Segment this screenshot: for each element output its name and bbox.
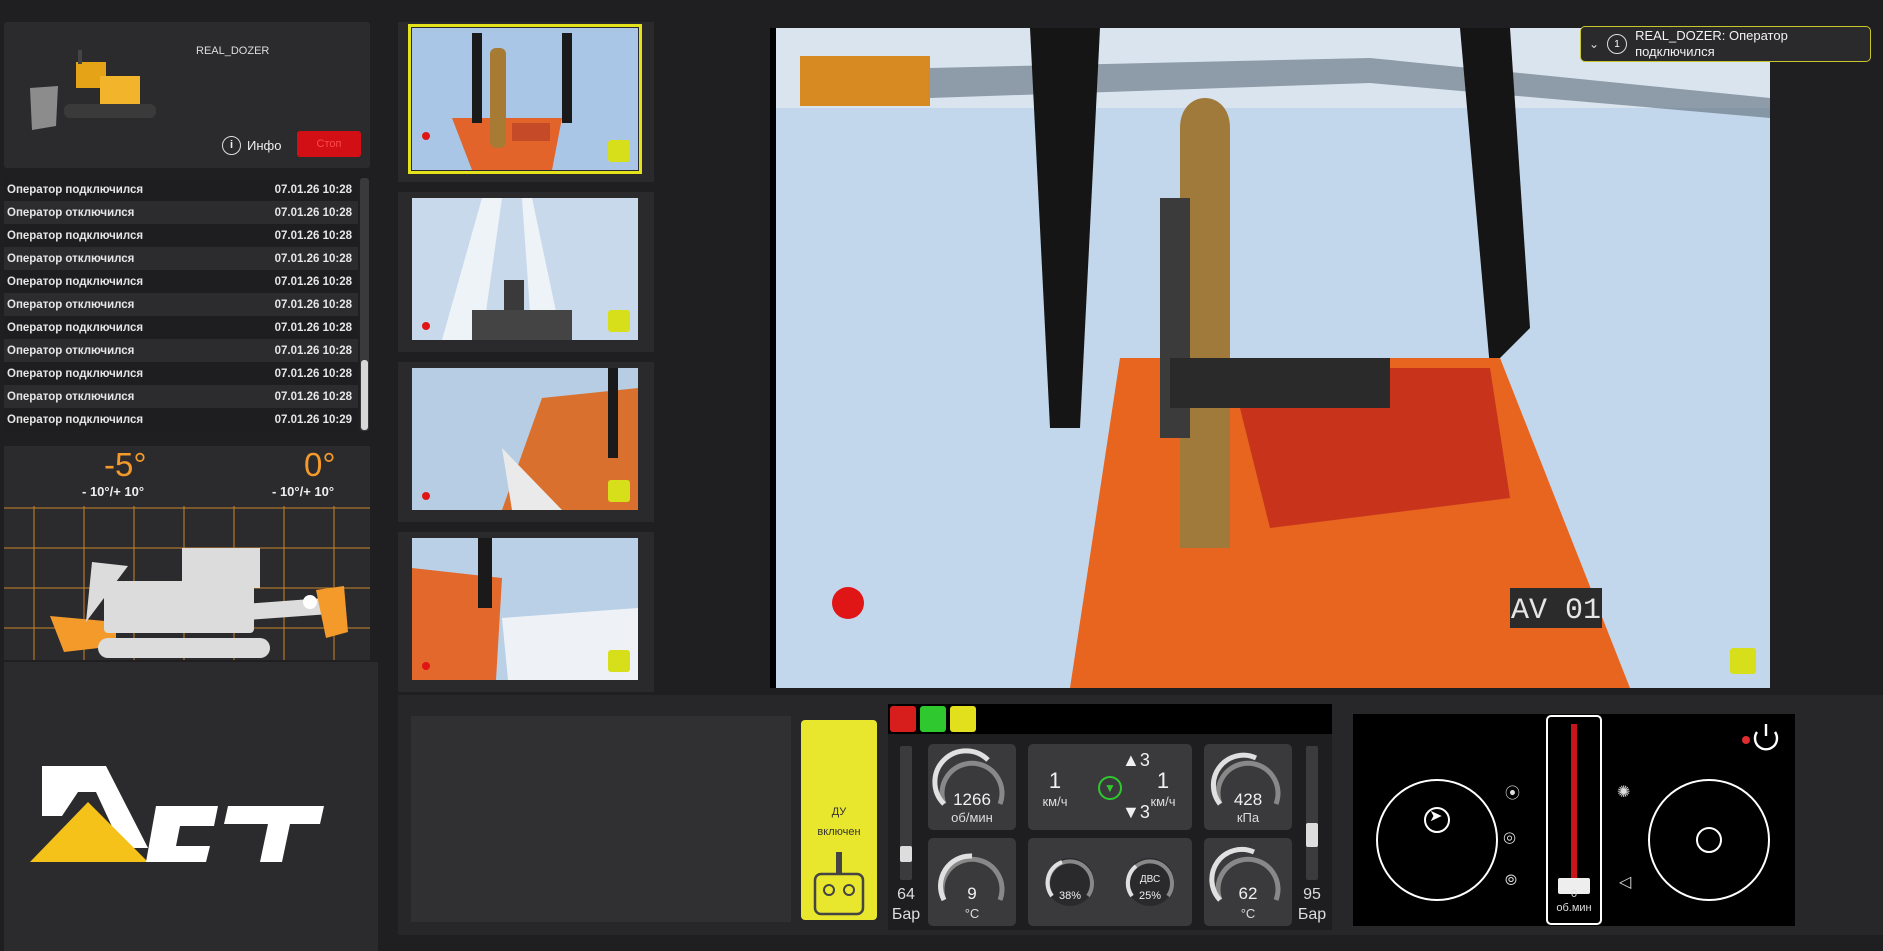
- log-row: Оператор подключился 07.01.26 10:28: [4, 316, 358, 339]
- throttle-unit: об.мин: [1556, 902, 1592, 914]
- info-icon: 1: [1607, 34, 1628, 54]
- status-strip: [888, 704, 1332, 734]
- brake-warning-icon: [890, 706, 916, 732]
- neutral-gear-icon: ▼: [1098, 776, 1122, 800]
- ripper-status-icon: [920, 706, 946, 732]
- horn-icon[interactable]: ◁: [1619, 872, 1631, 892]
- camera-feed-thumb: [412, 28, 638, 170]
- wiper-icon: [608, 140, 630, 162]
- camera-feed-thumb: [412, 368, 638, 510]
- remote-line2: включен: [817, 826, 861, 838]
- roll-value: 0°: [304, 446, 336, 483]
- camera-thumbnails: [398, 22, 654, 692]
- beacon-icon[interactable]: ✺: [1617, 782, 1630, 802]
- stop-button[interactable]: Стоп: [297, 131, 361, 157]
- info-icon: i: [222, 135, 241, 155]
- info-button[interactable]: i Инфо: [222, 133, 284, 157]
- right-track-speed-value: 1: [1156, 768, 1170, 793]
- camera-feed-thumb: [412, 198, 638, 340]
- rpm-value: 1266: [953, 790, 991, 809]
- fuel-engine-panel: 38% ДВС 25%: [1028, 838, 1192, 926]
- tilt-panel: -5° - 10°/+ 10° 0° - 10°/+ 10°: [4, 446, 370, 660]
- roll-range: - 10°/+ 10°: [272, 484, 335, 499]
- log-row: Оператор отключился 07.01.26 10:28: [4, 293, 358, 316]
- wiper-icon: [608, 650, 630, 672]
- left-pressure-value: 64: [897, 886, 915, 903]
- oil-temp-value: 62: [1238, 884, 1258, 903]
- engine-load-value: 25%: [1138, 890, 1162, 902]
- vehicle-name: REAL_DOZER: [196, 45, 270, 57]
- right-track-speed-unit: км/ч: [1150, 794, 1176, 809]
- log-row: Оператор отключился 07.01.26 10:28: [4, 247, 358, 270]
- right-pressure-bar: [1306, 746, 1318, 880]
- wiper-icon: [608, 310, 630, 332]
- remote-control-status[interactable]: ДУ включен: [801, 720, 877, 920]
- tilt-dozer-diagram: [4, 506, 370, 660]
- left-pressure-fill: [900, 846, 912, 863]
- wiper-icon: [608, 480, 630, 502]
- coolant-temp-unit: °C: [964, 906, 980, 921]
- engine-label: ДВС: [1139, 874, 1161, 885]
- info-button-label: Инфо: [247, 137, 282, 153]
- left-track-speed-unit: км/ч: [1042, 794, 1068, 809]
- event-log: Оператор подключился 07.01.26 10:28 Опера…: [4, 178, 358, 431]
- oil-pressure-gauge: 428 кПа: [1204, 744, 1292, 830]
- empty-panel: [411, 716, 791, 922]
- log-row: Оператор подключился 07.01.26 10:28: [4, 270, 358, 293]
- coolant-temp-gauge: 9 °C: [928, 838, 1016, 926]
- camera-thumb-3[interactable]: [398, 362, 654, 522]
- camera-thumb-1[interactable]: [398, 22, 654, 182]
- camera-thumb-2[interactable]: [398, 192, 654, 352]
- log-row: Оператор подключился 07.01.26 10:29: [4, 408, 358, 431]
- oil-temp-gauge: 62 °C: [1204, 838, 1292, 926]
- left-pressure-unit: Бар: [891, 906, 921, 923]
- logo-panel: [4, 662, 378, 951]
- high-beam-icon[interactable]: ⦿: [1505, 782, 1520, 803]
- rpm-gauge: 1266 об/мин: [928, 744, 1016, 830]
- chevron-down-icon[interactable]: ⌄: [1589, 37, 1599, 51]
- dozer-image: [30, 50, 156, 130]
- log-row: Оператор подключился 07.01.26 10:28: [4, 224, 358, 247]
- main-camera-view[interactable]: AV 01: [770, 28, 1770, 688]
- log-row: Оператор отключился 07.01.26 10:28: [4, 385, 358, 408]
- camera-thumb-4[interactable]: [398, 532, 654, 692]
- log-row: Оператор отключился 07.01.26 10:28: [4, 201, 358, 224]
- log-row: Оператор отключился 07.01.26 10:28: [4, 339, 358, 362]
- notification-toast[interactable]: ⌄ 1 REAL_DOZER: Оператор подключился: [1580, 26, 1871, 62]
- rpm-unit: об/мин: [951, 810, 993, 825]
- log-row: Оператор подключился 07.01.26 10:28: [4, 178, 358, 201]
- throttle-value: 0: [1570, 888, 1578, 900]
- coolant-temp-value: 9: [967, 884, 977, 903]
- oil-temp-unit: °C: [1240, 906, 1256, 921]
- gear-forward: ▲3: [1122, 750, 1150, 770]
- camera-label: AV 01: [1511, 594, 1601, 628]
- notification-text: REAL_DOZER: Оператор подключился: [1635, 28, 1788, 59]
- main-camera-feed: AV 01: [776, 28, 1770, 688]
- company-logo: [30, 766, 324, 862]
- fuel-status-icon: [950, 706, 976, 732]
- right-pressure-unit: Бар: [1297, 906, 1327, 923]
- cursor-pointer-icon: ➤: [1429, 808, 1443, 825]
- log-scrollbar-thumb[interactable]: [361, 360, 368, 430]
- low-beam-icon[interactable]: ⦾: [1505, 872, 1517, 889]
- log-row: Оператор подключился 07.01.26 10:28: [4, 362, 358, 385]
- remote-line1: ДУ: [831, 806, 847, 818]
- right-pressure-value: 95: [1303, 886, 1321, 903]
- side-lights-icon[interactable]: ◎: [1503, 828, 1516, 846]
- right-pressure-fill: [1306, 823, 1318, 847]
- pitch-value: -5°: [104, 446, 147, 483]
- speed-gear-panel: 1 км/ч ▲3 ▼ ▼3 1 км/ч: [1028, 744, 1192, 830]
- camera-feed-thumb: [412, 538, 638, 680]
- left-track-speed-value: 1: [1048, 768, 1062, 793]
- oil-pressure-value: 428: [1233, 790, 1263, 809]
- joystick-panel: ⦿ ◎ ⦾ ✺ ◁ 0 об.мин ➤: [1353, 714, 1795, 926]
- pitch-range: - 10°/+ 10°: [82, 484, 145, 499]
- remote-controller-icon: [813, 852, 865, 916]
- fuel-level-value: 38%: [1058, 890, 1082, 902]
- oil-pressure-unit: кПа: [1236, 810, 1260, 825]
